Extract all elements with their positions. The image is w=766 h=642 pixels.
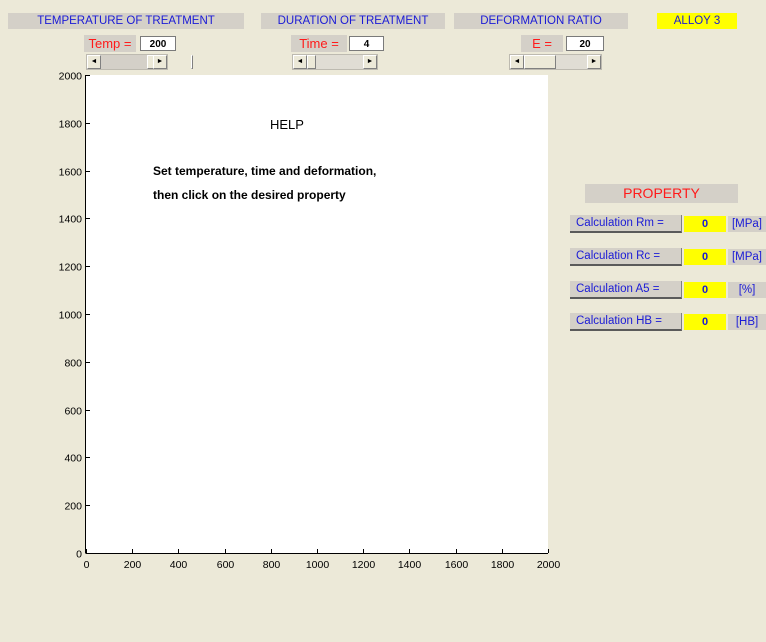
y-tick-label: 0 — [76, 549, 82, 561]
x-tick-label: 1000 — [306, 559, 330, 571]
calc-rc-button[interactable]: Calculation Rc = — [570, 248, 682, 266]
x-tick-label: 600 — [217, 559, 235, 571]
y-tick-label: 800 — [64, 358, 82, 370]
hb-unit: [HB] — [728, 314, 766, 330]
y-tick-label: 1800 — [59, 119, 83, 131]
y-tick-label: 2000 — [59, 71, 83, 83]
y-tick-label: 600 — [64, 406, 82, 418]
y-tick-label: 1600 — [59, 167, 83, 179]
y-tick-label: 1400 — [59, 214, 83, 226]
x-tick-label: 1800 — [491, 559, 515, 571]
a5-value: 0 — [684, 282, 726, 298]
x-tick-label: 1600 — [445, 559, 469, 571]
x-tick-label: 1200 — [352, 559, 376, 571]
help-title: HELP — [270, 117, 304, 132]
rc-unit: [MPa] — [728, 249, 766, 265]
x-tick-label: 200 — [124, 559, 142, 571]
rm-unit: [MPa] — [728, 216, 766, 232]
y-tick-label: 1000 — [59, 310, 83, 322]
y-tick-label: 400 — [64, 453, 82, 465]
x-tick-label: 800 — [263, 559, 281, 571]
property-title: PROPERTY — [585, 184, 738, 203]
calc-hb-button[interactable]: Calculation HB = — [570, 313, 682, 331]
rm-value: 0 — [684, 216, 726, 232]
hb-value: 0 — [684, 314, 726, 330]
rc-value: 0 — [684, 249, 726, 265]
help-line-1: Set temperature, time and deformation, — [153, 164, 377, 178]
help-line-2: then click on the desired property — [153, 188, 346, 202]
y-tick-label: 200 — [64, 501, 82, 513]
x-tick-label: 0 — [84, 559, 90, 571]
x-tick-label: 400 — [170, 559, 188, 571]
calc-a5-button[interactable]: Calculation A5 = — [570, 281, 682, 299]
y-tick-label: 1200 — [59, 262, 83, 274]
x-tick-label: 1400 — [398, 559, 422, 571]
x-tick-label: 2000 — [537, 559, 561, 571]
calc-rm-button[interactable]: Calculation Rm = — [570, 215, 682, 233]
a5-unit: [%] — [728, 282, 766, 298]
